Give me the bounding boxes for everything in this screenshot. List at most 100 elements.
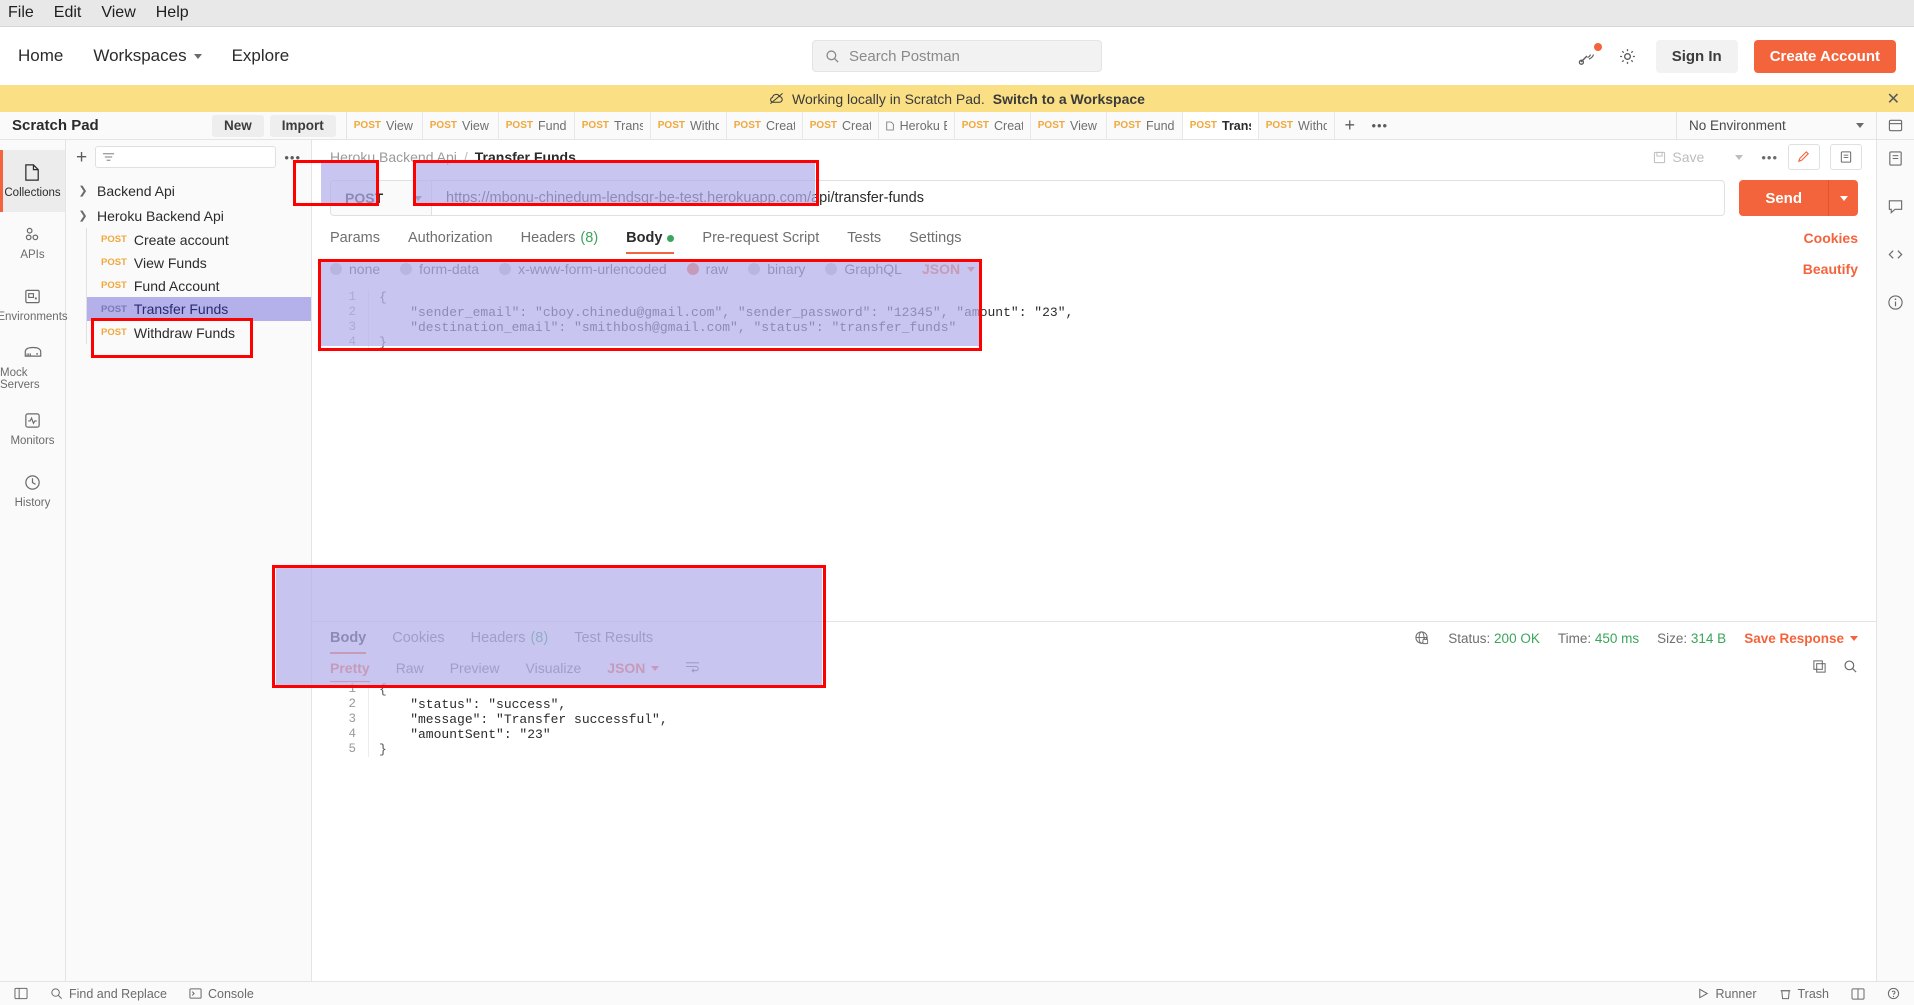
view-visualize[interactable]: Visualize (526, 660, 582, 676)
request-create-account[interactable]: POST Create account (87, 228, 311, 251)
request-view-funds[interactable]: POST View Funds (87, 251, 311, 274)
body-type-none[interactable]: none (330, 261, 380, 277)
beautify-button[interactable]: Beautify (1803, 261, 1858, 277)
trash-button[interactable]: Trash (1779, 987, 1829, 1001)
console-button[interactable]: Console (189, 987, 254, 1001)
environment-quicklook-icon[interactable] (1876, 112, 1914, 139)
right-rail-docs-icon[interactable] (1887, 150, 1904, 172)
body-type-form-data[interactable]: form-data (400, 261, 479, 277)
send-button[interactable]: Send (1739, 180, 1828, 216)
save-button[interactable]: Save (1640, 144, 1717, 170)
tab-body[interactable]: Body (626, 222, 675, 254)
tab-authorization[interactable]: Authorization (408, 222, 493, 254)
menu-help[interactable]: Help (156, 4, 189, 22)
response-tab-cookies[interactable]: Cookies (392, 622, 444, 654)
new-tab-button[interactable]: + (1335, 112, 1365, 139)
right-rail-code-icon[interactable] (1887, 246, 1904, 268)
response-tab-test-results[interactable]: Test Results (574, 622, 653, 654)
request-tab[interactable]: POST Fund Acc (1106, 112, 1183, 139)
nav-workspaces[interactable]: Workspaces (93, 46, 202, 66)
environment-selector[interactable]: No Environment (1676, 112, 1876, 139)
tab-overflow-button[interactable]: ••• (1365, 112, 1395, 139)
nav-explore[interactable]: Explore (232, 46, 290, 66)
invite-icon[interactable] (1576, 43, 1602, 68)
two-pane-layout-icon[interactable] (1851, 987, 1865, 1000)
sidebar-item-history[interactable]: History (0, 460, 65, 522)
body-type-urlencoded[interactable]: x-www-form-urlencoded (499, 261, 667, 277)
request-more-icon[interactable]: ••• (1761, 150, 1778, 165)
documentation-button[interactable] (1830, 144, 1862, 170)
global-search-input[interactable]: Search Postman (812, 40, 1102, 72)
request-tab[interactable]: POST Create a (802, 112, 879, 139)
request-tab[interactable]: POST View Ch (346, 112, 423, 139)
menu-view[interactable]: View (101, 4, 135, 22)
request-transfer-funds[interactable]: POST Transfer Funds (87, 297, 311, 321)
right-rail-info-icon[interactable] (1887, 294, 1904, 316)
response-tab-headers[interactable]: Headers (8) (471, 622, 549, 654)
request-tab[interactable]: POST Create a (954, 112, 1031, 139)
body-type-binary[interactable]: binary (748, 261, 805, 277)
sidebar-toggle-icon[interactable] (14, 987, 28, 1000)
send-options-icon[interactable] (1828, 180, 1858, 216)
settings-gear-icon[interactable] (1616, 44, 1640, 68)
import-button[interactable]: Import (269, 114, 336, 137)
request-fund-account[interactable]: POST Fund Account (87, 274, 311, 297)
response-format-selector[interactable]: JSON (607, 660, 660, 676)
response-body-editor[interactable]: 1 { 2 "status": "success", 3 "message": … (312, 682, 1876, 981)
nav-home[interactable]: Home (18, 46, 63, 66)
sign-in-button[interactable]: Sign In (1655, 39, 1738, 73)
http-method-selector[interactable]: POST (330, 180, 432, 216)
save-dropdown-icon[interactable] (1727, 144, 1751, 170)
tab-params[interactable]: Params (330, 222, 380, 254)
banner-switch-link[interactable]: Switch to a Workspace (993, 91, 1145, 107)
runner-button[interactable]: Runner (1697, 987, 1757, 1001)
menu-file[interactable]: File (8, 4, 34, 22)
create-account-button[interactable]: Create Account (1753, 39, 1896, 73)
sidebar-item-collections[interactable]: Collections (0, 150, 65, 212)
help-icon[interactable] (1887, 987, 1900, 1000)
response-tab-body[interactable]: Body (330, 622, 367, 654)
sidebar-item-mock-servers[interactable]: Mock Servers (0, 336, 65, 398)
cookies-link[interactable]: Cookies (1804, 230, 1858, 246)
wrap-lines-icon[interactable] (685, 660, 700, 676)
sidebar-item-environments[interactable]: Environments (0, 274, 68, 336)
url-input[interactable]: https://mbonu-chinedum-lendsqr-be-test.h… (432, 180, 1726, 216)
body-type-graphql[interactable]: GraphQL (825, 261, 902, 277)
new-button[interactable]: New (212, 114, 264, 137)
banner-close-icon[interactable]: ✕ (1887, 89, 1900, 109)
body-format-selector[interactable]: JSON (922, 261, 976, 277)
sidebar-item-apis[interactable]: APIs (0, 212, 65, 274)
menu-edit[interactable]: Edit (54, 4, 82, 22)
search-response-icon[interactable] (1843, 659, 1858, 677)
request-tab[interactable]: POST View Fun (1030, 112, 1107, 139)
find-and-replace-button[interactable]: Find and Replace (50, 987, 167, 1001)
right-rail-comments-icon[interactable] (1887, 198, 1904, 220)
sidebar-item-monitors[interactable]: Monitors (0, 398, 65, 460)
breadcrumb-parent[interactable]: Heroku Backend Api (330, 149, 457, 165)
comment-button[interactable] (1788, 144, 1820, 170)
request-tab-active[interactable]: POST Transfer (1182, 112, 1259, 139)
view-raw[interactable]: Raw (396, 660, 424, 676)
tab-tests[interactable]: Tests (847, 222, 881, 254)
collections-more-icon[interactable]: ••• (284, 150, 301, 165)
tab-settings[interactable]: Settings (909, 222, 961, 254)
request-tab[interactable]: POST Create a (726, 112, 803, 139)
body-type-raw[interactable]: raw (686, 261, 728, 277)
tab-headers[interactable]: Headers (8) (521, 222, 599, 254)
save-response-button[interactable]: Save Response (1744, 631, 1858, 646)
collections-filter-input[interactable] (95, 146, 277, 168)
request-tab[interactable]: POST Fund Sm (498, 112, 575, 139)
request-tab[interactable]: POST Transfer (574, 112, 651, 139)
view-preview[interactable]: Preview (450, 660, 500, 676)
copy-icon[interactable] (1812, 659, 1827, 677)
request-tab[interactable]: POST Withdraw (650, 112, 727, 139)
collection-backend-api[interactable]: ❯ Backend Api (66, 178, 311, 203)
collection-heroku-backend-api[interactable]: ❯ Heroku Backend Api (66, 203, 311, 228)
collection-tab[interactable]: Heroku Ba (878, 112, 955, 139)
add-collection-icon[interactable]: + (76, 148, 87, 167)
request-withdraw-funds[interactable]: POST Withdraw Funds (87, 321, 311, 344)
tab-pre-request-script[interactable]: Pre-request Script (702, 222, 819, 254)
request-tab[interactable]: POST Withdraw (1258, 112, 1335, 139)
request-body-editor[interactable]: 1 { 2 "sender_email": "cboy.chinedu@gmai… (312, 290, 1876, 530)
view-pretty[interactable]: Pretty (330, 660, 370, 683)
